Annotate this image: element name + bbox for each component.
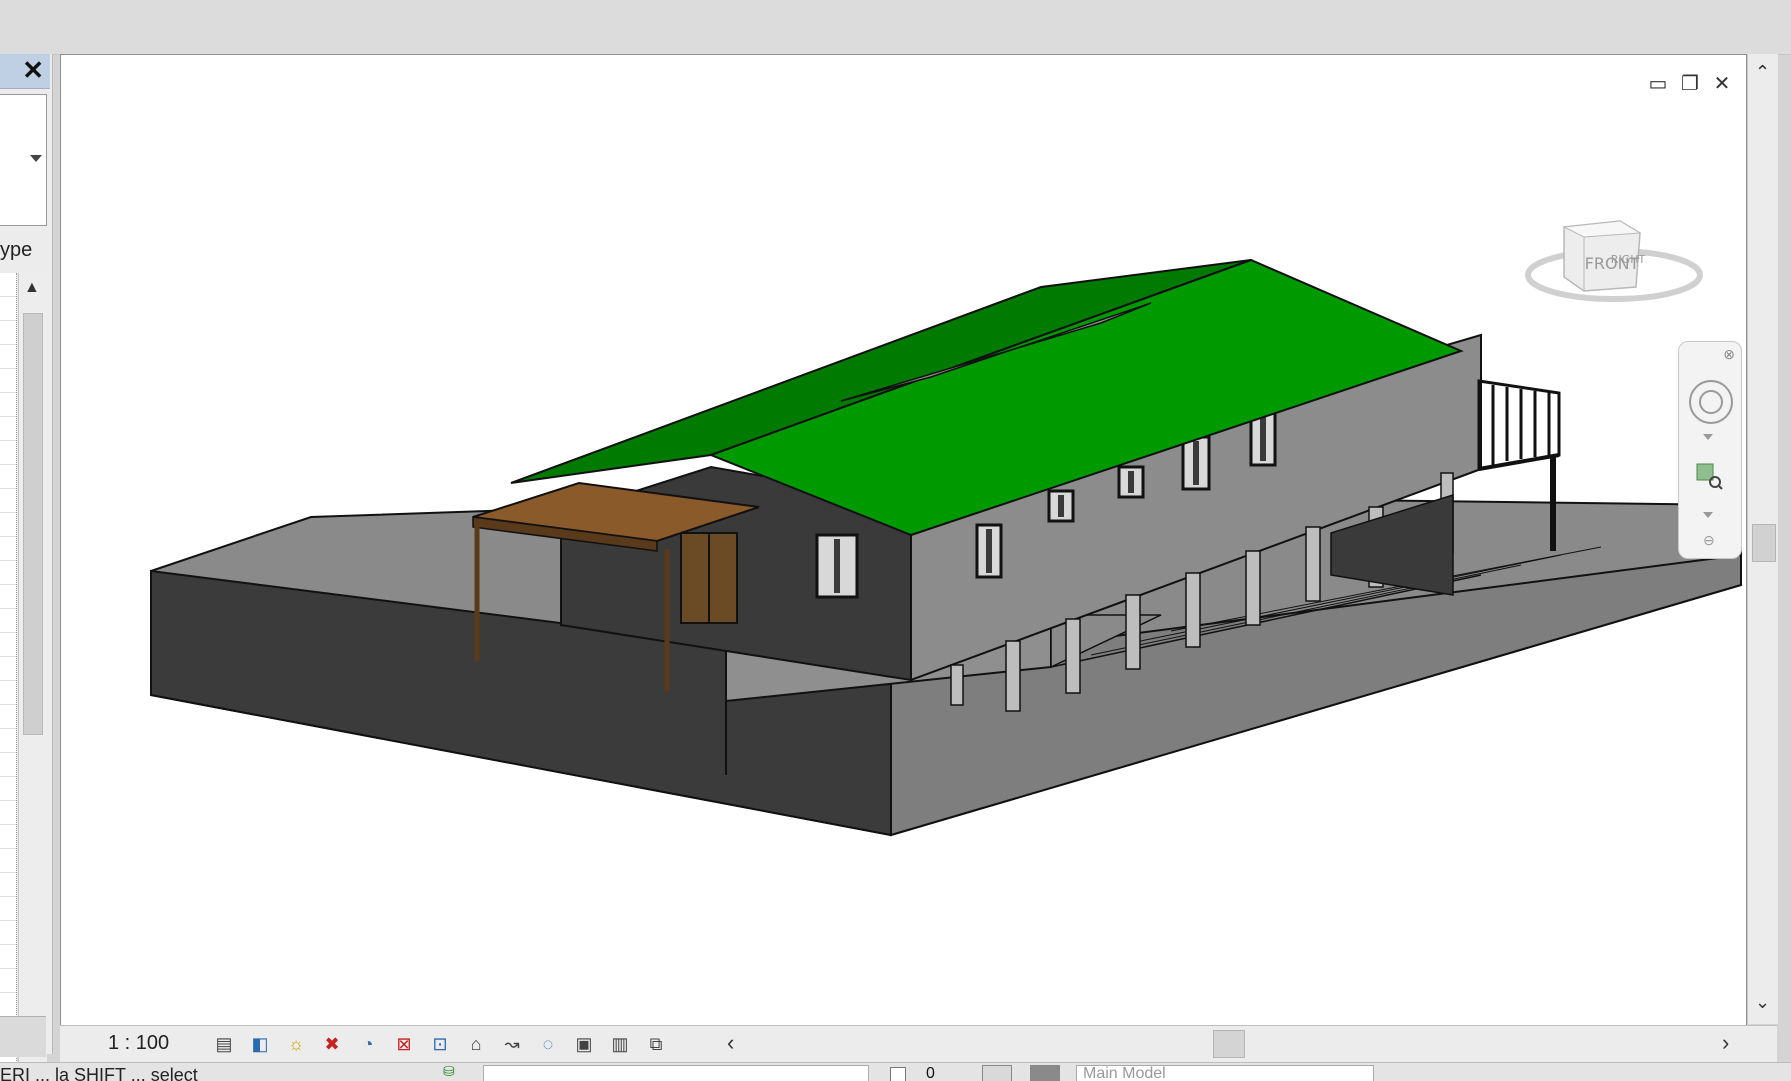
- properties-list[interactable]: [0, 273, 17, 1063]
- properties-panel: ✕ ype ▲ ▼: [0, 54, 53, 1063]
- status-bar: ERI ... la SHIFT ... select ⛁ 0 Main Mod…: [0, 1062, 1791, 1081]
- worksets-icon[interactable]: ⛁: [443, 1063, 461, 1081]
- main-model-field[interactable]: Main Model: [1076, 1065, 1374, 1081]
- chevron-down-icon[interactable]: [1703, 512, 1713, 518]
- nav-options-icon[interactable]: ⊖: [1703, 532, 1715, 549]
- shadows-off-icon[interactable]: ✖: [316, 1031, 348, 1057]
- chevron-down-icon[interactable]: [1703, 434, 1713, 440]
- navigation-bar: ⊗ ⊖: [1678, 341, 1742, 559]
- view-control-icons: ▤ ◧ ☼ ✖ ◔ ⊠ ⊡ ⌂ ↝ ◌ ▣ ▥ ⧉: [208, 1031, 672, 1057]
- temporary-hide-icon[interactable]: ↝: [496, 1031, 528, 1057]
- zoom-region-icon[interactable]: [1695, 462, 1723, 490]
- scroll-down-icon[interactable]: ⌄: [1755, 992, 1770, 1013]
- 3d-view-canvas[interactable]: ▭ ❐ ✕ FRONT RIGHT ⊗ ⊖: [60, 54, 1747, 1026]
- chevron-down-icon[interactable]: [30, 155, 42, 162]
- viewport-vertical-scrollbar[interactable]: ⌃ ⌄: [1747, 54, 1778, 1024]
- show-analytical-model-icon[interactable]: ▥: [604, 1031, 636, 1057]
- properties-panel-header: ✕: [0, 54, 50, 89]
- editable-only-checkbox[interactable]: [890, 1067, 906, 1081]
- visual-style-icon[interactable]: ◧: [244, 1031, 276, 1057]
- detail-level-icon[interactable]: ▤: [208, 1031, 240, 1057]
- viewcube-right-label[interactable]: RIGHT: [1611, 253, 1646, 266]
- horizontal-scroll-thumb[interactable]: [1213, 1030, 1245, 1058]
- crop-view-icon[interactable]: ⊠: [388, 1031, 420, 1057]
- properties-scrollbar[interactable]: ▲ ▼: [18, 273, 47, 1063]
- design-options-icon[interactable]: [982, 1065, 1012, 1081]
- filter-icon[interactable]: [1030, 1065, 1060, 1081]
- close-icon[interactable]: ✕: [22, 57, 44, 83]
- unlock-3d-view-icon[interactable]: ⌂: [460, 1031, 492, 1057]
- chevron-right-icon[interactable]: ›: [1722, 1030, 1729, 1056]
- temporary-view-properties-icon[interactable]: ▣: [568, 1031, 600, 1057]
- workset-field[interactable]: [483, 1065, 869, 1081]
- steering-wheel-icon[interactable]: [1689, 380, 1733, 424]
- selection-count: 0: [926, 1065, 935, 1081]
- sun-path-icon[interactable]: ☼: [280, 1031, 312, 1057]
- scroll-up-icon[interactable]: ⌃: [1755, 62, 1770, 83]
- type-selector[interactable]: [0, 94, 47, 226]
- scroll-thumb[interactable]: [1752, 524, 1776, 562]
- chevron-left-icon[interactable]: ‹: [727, 1030, 734, 1056]
- view-scale[interactable]: 1 : 100: [108, 1032, 169, 1055]
- show-rendering-icon[interactable]: ◔: [352, 1031, 384, 1057]
- properties-apply-area[interactable]: [0, 1016, 46, 1057]
- edit-type-label[interactable]: ype: [0, 239, 32, 262]
- view-control-bar: 1 : 100 ▤ ◧ ☼ ✖ ◔ ⊠ ⊡ ⌂ ↝ ◌ ▣ ▥ ⧉ ‹ ›: [60, 1025, 1777, 1062]
- scroll-thumb[interactable]: [23, 313, 43, 735]
- nav-close-icon[interactable]: ⊗: [1723, 346, 1735, 363]
- title-bar-area: [0, 0, 1791, 55]
- scroll-up-icon[interactable]: ▲: [24, 279, 40, 297]
- show-crop-region-icon[interactable]: ⊡: [424, 1031, 456, 1057]
- reveal-hidden-icon[interactable]: ◌: [532, 1031, 564, 1057]
- house-model[interactable]: [61, 55, 1746, 1025]
- viewcube[interactable]: FRONT RIGHT: [1524, 185, 1704, 305]
- highlight-displacement-icon[interactable]: ⧉: [640, 1031, 672, 1057]
- status-message: ERI ... la SHIFT ... select: [0, 1065, 198, 1081]
